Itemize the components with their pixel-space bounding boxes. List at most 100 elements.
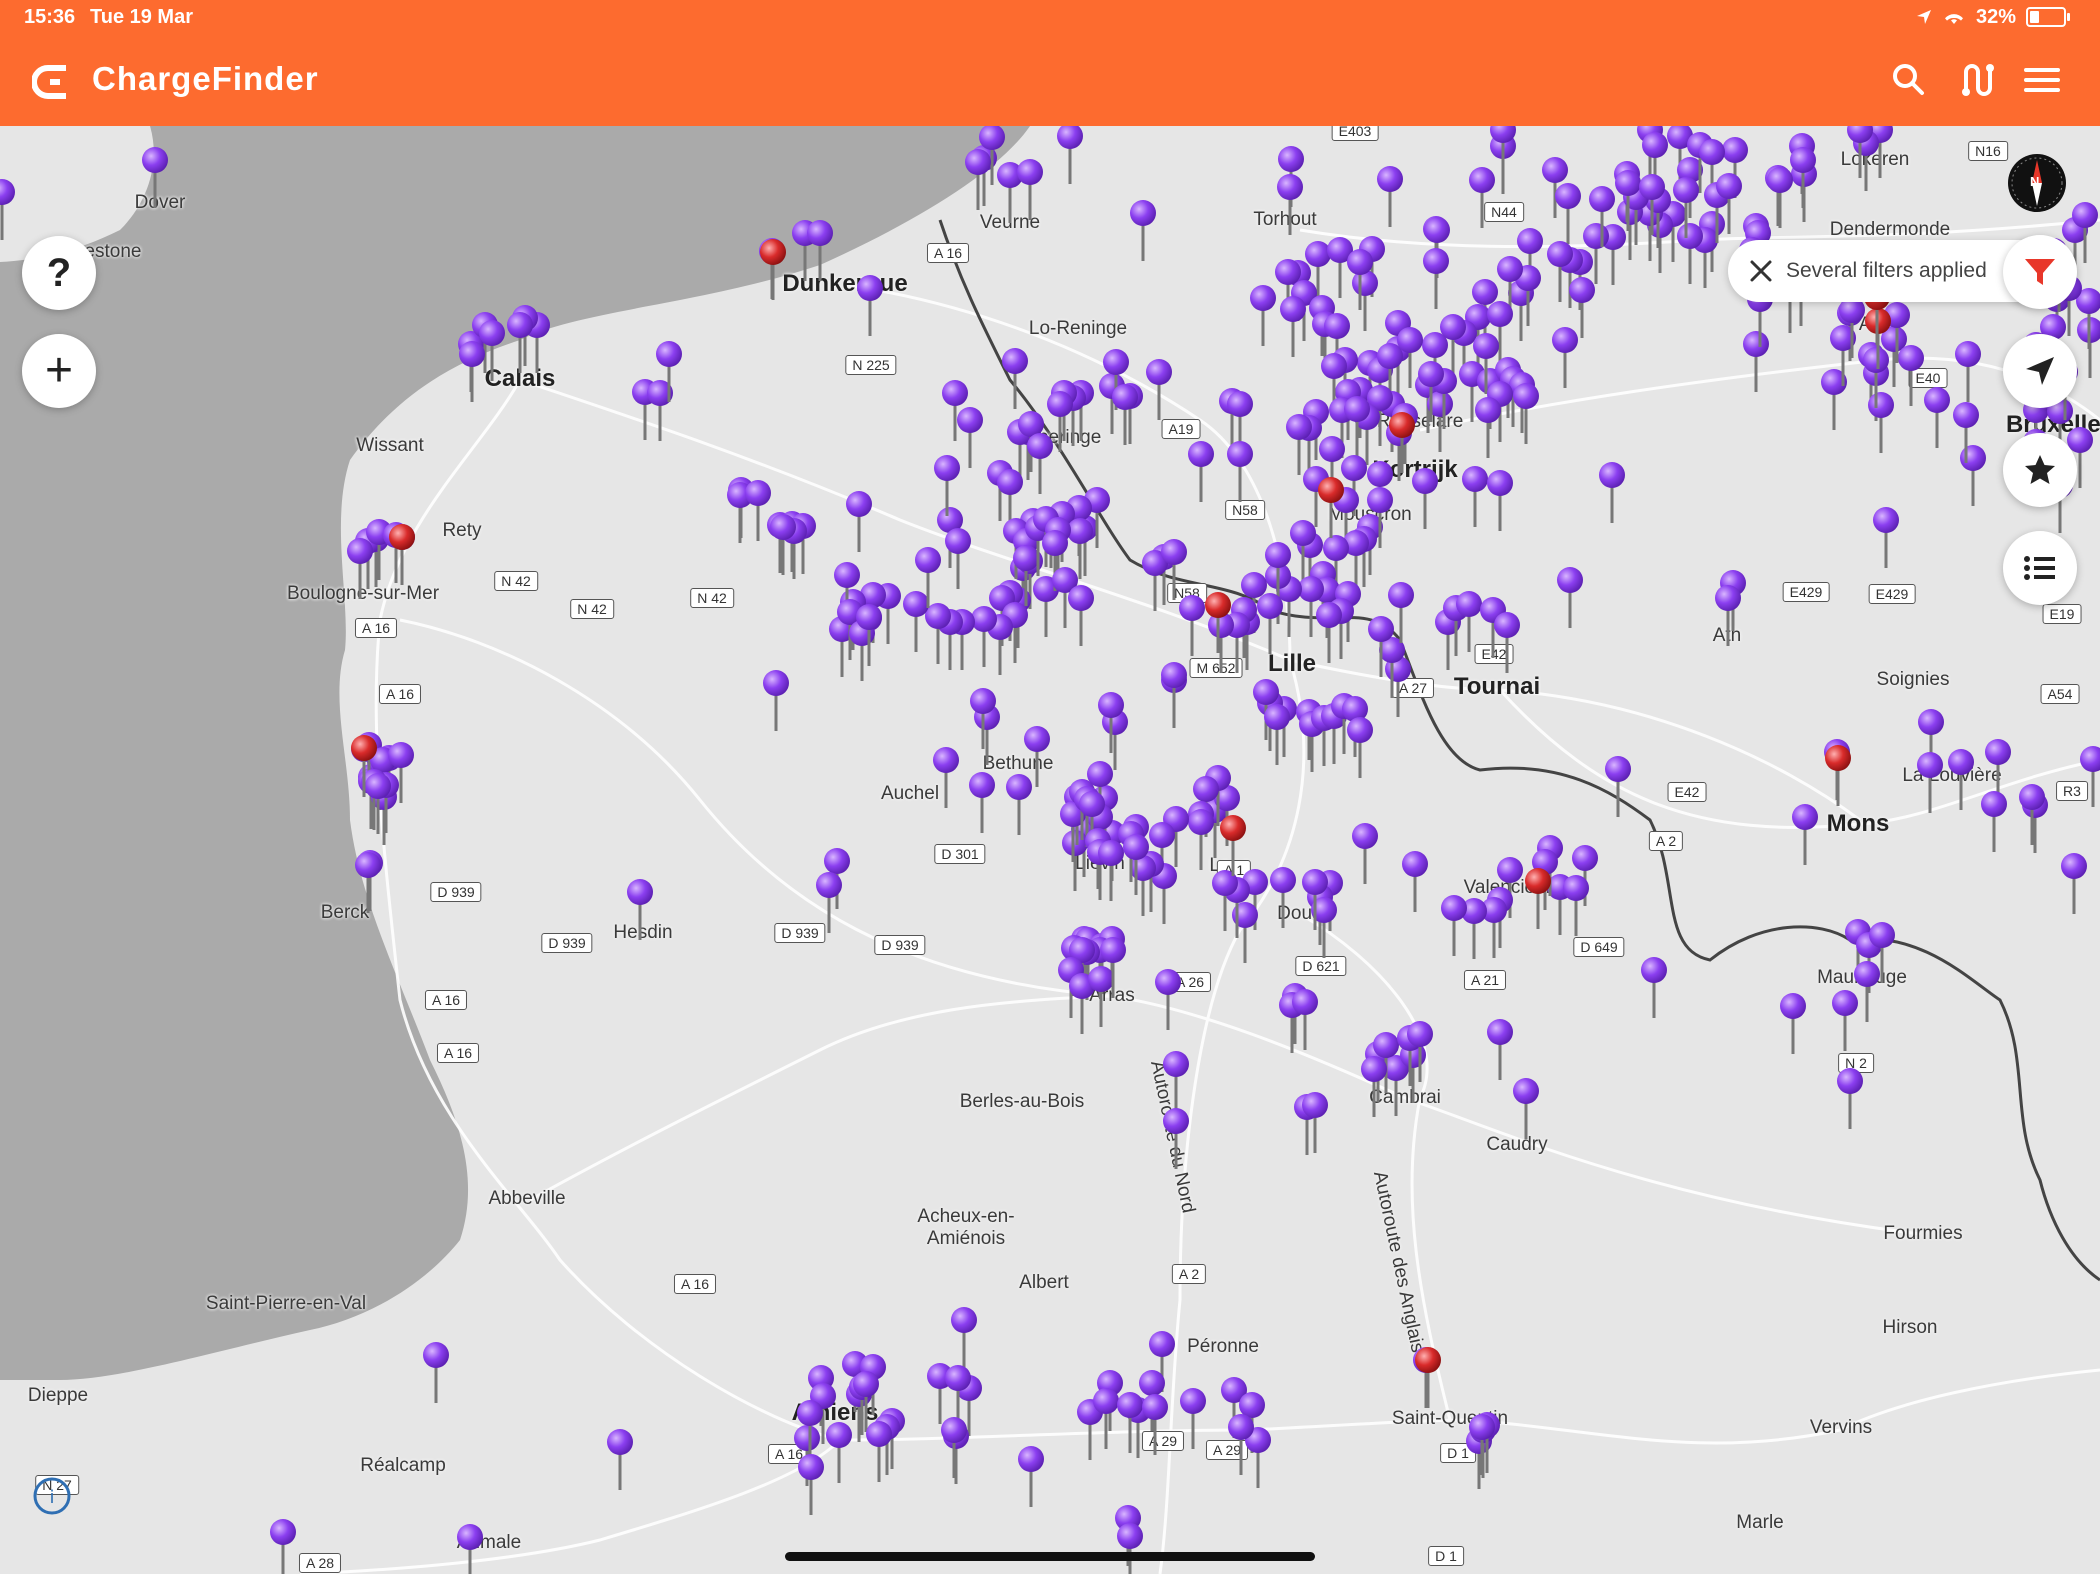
- charger-marker[interactable]: [1513, 1078, 1539, 1139]
- charger-marker[interactable]: [1462, 466, 1488, 527]
- charger-marker[interactable]: [763, 670, 789, 731]
- charger-marker[interactable]: [1352, 823, 1378, 884]
- charger-marker[interactable]: [965, 149, 991, 210]
- compass-button[interactable]: N: [2008, 154, 2066, 212]
- charger-marker[interactable]: [1112, 384, 1138, 445]
- favorites-button[interactable]: [2003, 433, 2077, 507]
- close-icon[interactable]: [1744, 254, 1778, 288]
- charger-marker[interactable]: [1264, 704, 1290, 765]
- charger-marker[interactable]: [142, 147, 168, 208]
- charger-marker[interactable]: [1924, 387, 1950, 448]
- charger-marker[interactable]: [1280, 296, 1306, 357]
- charger-marker[interactable]: [1316, 602, 1342, 663]
- charger-marker[interactable]: [1188, 441, 1214, 502]
- charger-marker[interactable]: [1557, 567, 1583, 628]
- charger-marker[interactable]: [1469, 167, 1495, 228]
- charger-marker[interactable]: [1873, 507, 1899, 568]
- charger-marker[interactable]: [1475, 397, 1501, 458]
- charger-marker[interactable]: [1423, 248, 1449, 309]
- charger-marker[interactable]: [1487, 470, 1513, 531]
- charger-marker-red[interactable]: [1220, 815, 1246, 876]
- charger-marker[interactable]: [1854, 961, 1880, 1022]
- charger-marker[interactable]: [0, 179, 15, 240]
- charger-marker[interactable]: [1487, 1019, 1513, 1080]
- charger-marker[interactable]: [1792, 804, 1818, 865]
- charger-marker[interactable]: [1188, 809, 1214, 870]
- list-view-button[interactable]: [2003, 531, 2077, 605]
- charger-marker[interactable]: [1088, 966, 1114, 1027]
- charger-marker[interactable]: [1161, 662, 1187, 723]
- charger-marker[interactable]: [857, 275, 883, 336]
- charger-marker[interactable]: [1552, 327, 1578, 388]
- charger-marker[interactable]: [1377, 166, 1403, 227]
- charger-marker-red[interactable]: [389, 524, 415, 585]
- charger-marker[interactable]: [951, 1307, 977, 1368]
- charger-marker[interactable]: [1832, 990, 1858, 1051]
- charger-marker[interactable]: [1347, 717, 1373, 778]
- charger-marker[interactable]: [826, 1422, 852, 1483]
- charger-marker[interactable]: [1142, 1394, 1168, 1455]
- charger-marker[interactable]: [1868, 392, 1894, 453]
- charger-marker[interactable]: [933, 747, 959, 808]
- charger-marker[interactable]: [355, 852, 381, 913]
- route-icon[interactable]: [1954, 58, 1998, 102]
- charger-marker[interactable]: [1270, 867, 1296, 928]
- charger-marker-red[interactable]: [1415, 1347, 1441, 1408]
- charger-marker[interactable]: [1555, 183, 1581, 244]
- charger-marker[interactable]: [1146, 359, 1172, 420]
- charger-marker[interactable]: [423, 1342, 449, 1403]
- map-attribution-icon[interactable]: i: [30, 1474, 74, 1518]
- charger-marker[interactable]: [1163, 1108, 1189, 1169]
- charger-marker[interactable]: [1605, 756, 1631, 817]
- charger-marker[interactable]: [1006, 774, 1032, 835]
- charger-marker[interactable]: [1227, 441, 1253, 502]
- charger-marker[interactable]: [1002, 348, 1028, 409]
- charger-marker[interactable]: [1780, 993, 1806, 1054]
- search-icon[interactable]: [1886, 58, 1930, 102]
- charger-marker[interactable]: [1180, 1388, 1206, 1449]
- charger-markers[interactable]: [0, 126, 2100, 1574]
- charger-marker[interactable]: [1277, 174, 1303, 235]
- help-button[interactable]: ?: [22, 236, 96, 310]
- charger-marker[interactable]: [1960, 445, 1986, 506]
- charger-marker[interactable]: [798, 1454, 824, 1515]
- map-view[interactable]: DoverFolkestoneCalaisDunkerqueVeurneTorh…: [0, 126, 2100, 1574]
- menu-icon[interactable]: [2020, 58, 2064, 102]
- charger-marker[interactable]: [1599, 462, 1625, 523]
- charger-marker[interactable]: [1208, 612, 1234, 673]
- charger-marker[interactable]: [1494, 612, 1520, 673]
- charger-marker[interactable]: [1017, 159, 1043, 220]
- charger-marker[interactable]: [1068, 585, 1094, 646]
- filter-button[interactable]: [2003, 235, 2077, 309]
- charger-marker[interactable]: [1385, 656, 1411, 717]
- charger-marker[interactable]: [2080, 746, 2100, 807]
- charger-marker[interactable]: [969, 772, 995, 833]
- charger-marker[interactable]: [1743, 331, 1769, 392]
- add-charger-button[interactable]: +: [22, 334, 96, 408]
- charger-marker[interactable]: [1402, 851, 1428, 912]
- charger-marker[interactable]: [1130, 200, 1156, 261]
- charger-marker[interactable]: [270, 1519, 296, 1574]
- charger-marker[interactable]: [1955, 341, 1981, 402]
- charger-marker[interactable]: [1163, 1051, 1189, 1112]
- charger-marker[interactable]: [1441, 895, 1467, 956]
- charger-marker[interactable]: [846, 491, 872, 552]
- charger-marker[interactable]: [957, 407, 983, 468]
- charger-marker[interactable]: [807, 220, 833, 281]
- charger-marker[interactable]: [1715, 585, 1741, 646]
- charger-marker[interactable]: [941, 1417, 967, 1478]
- charger-marker[interactable]: [1677, 223, 1703, 284]
- charger-marker[interactable]: [1352, 270, 1378, 331]
- charger-marker[interactable]: [1641, 957, 1667, 1018]
- locate-button[interactable]: [2003, 334, 2077, 408]
- charger-marker[interactable]: [1767, 167, 1793, 228]
- charger-marker[interactable]: [1098, 840, 1124, 901]
- charger-marker[interactable]: [1102, 709, 1128, 770]
- charger-marker[interactable]: [1948, 749, 1974, 810]
- charger-marker[interactable]: [1513, 383, 1539, 444]
- charger-marker[interactable]: [457, 1524, 483, 1574]
- charger-marker[interactable]: [1898, 345, 1924, 406]
- charger-marker[interactable]: [459, 341, 485, 402]
- charger-marker[interactable]: [1057, 126, 1083, 184]
- charger-marker[interactable]: [934, 455, 960, 516]
